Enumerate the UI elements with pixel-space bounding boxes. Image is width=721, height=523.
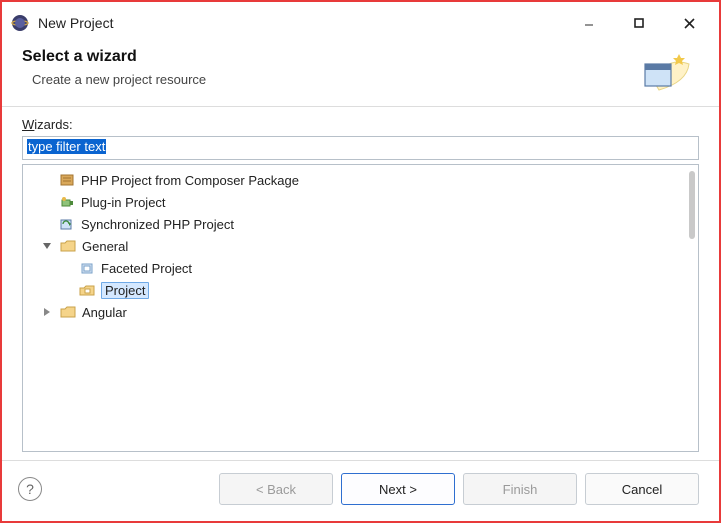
folder-icon [59,304,77,320]
project-icon [78,282,96,298]
window-controls [567,9,711,37]
tree-item-faceted[interactable]: Faceted Project [23,257,698,279]
plugin-icon [58,194,76,210]
tree-item-label: Plug-in Project [81,195,166,210]
sync-php-icon [58,216,76,232]
tree-item-angular[interactable]: Angular [23,301,698,323]
filter-text-selected: type filter text [27,139,106,154]
close-button[interactable] [667,9,711,37]
tree-item-label: General [82,239,128,254]
wizard-tree[interactable]: PHP Project from Composer Package Plug-i… [22,164,699,452]
tree-item-label: Angular [82,305,127,320]
tree-item-project[interactable]: Project [23,279,698,301]
maximize-button[interactable] [617,9,661,37]
titlebar: New Project [2,2,719,42]
filter-input-wrap[interactable]: type filter text [22,136,699,160]
content-area: Wizards: type filter text PHP Project fr… [2,107,719,460]
tree-item-label: PHP Project from Composer Package [81,173,299,188]
php-package-icon [58,172,76,188]
minimize-button[interactable] [567,9,611,37]
folder-icon [59,238,77,254]
chevron-down-icon[interactable] [40,241,54,251]
tree-item-general[interactable]: General [23,235,698,257]
page-title: Select a wizard [22,48,635,66]
next-button[interactable]: Next > [341,473,455,505]
wizards-label: Wizards: [22,117,699,132]
tree-item-label: Synchronized PHP Project [81,217,234,232]
page-subtitle: Create a new project resource [32,72,635,87]
wizard-header: Select a wizard Create a new project res… [2,42,719,106]
help-button[interactable]: ? [18,477,42,501]
tree-item-php-composer[interactable]: PHP Project from Composer Package [23,169,698,191]
window-title: New Project [38,15,567,31]
back-button[interactable]: < Back [219,473,333,505]
eclipse-icon [10,13,30,33]
chevron-right-icon[interactable] [40,307,54,317]
tree-item-label: Faceted Project [101,261,192,276]
scrollbar-thumb[interactable] [689,171,695,239]
faceted-icon [78,260,96,276]
cancel-button[interactable]: Cancel [585,473,699,505]
dialog-new-project: New Project Select a wizard Create a new… [0,0,721,523]
tree-item-sync-php[interactable]: Synchronized PHP Project [23,213,698,235]
tree-item-plugin[interactable]: Plug-in Project [23,191,698,213]
button-bar: ? < Back Next > Finish Cancel [2,460,719,521]
wizard-banner-icon [635,48,699,96]
tree-item-label: Project [101,282,149,299]
finish-button[interactable]: Finish [463,473,577,505]
